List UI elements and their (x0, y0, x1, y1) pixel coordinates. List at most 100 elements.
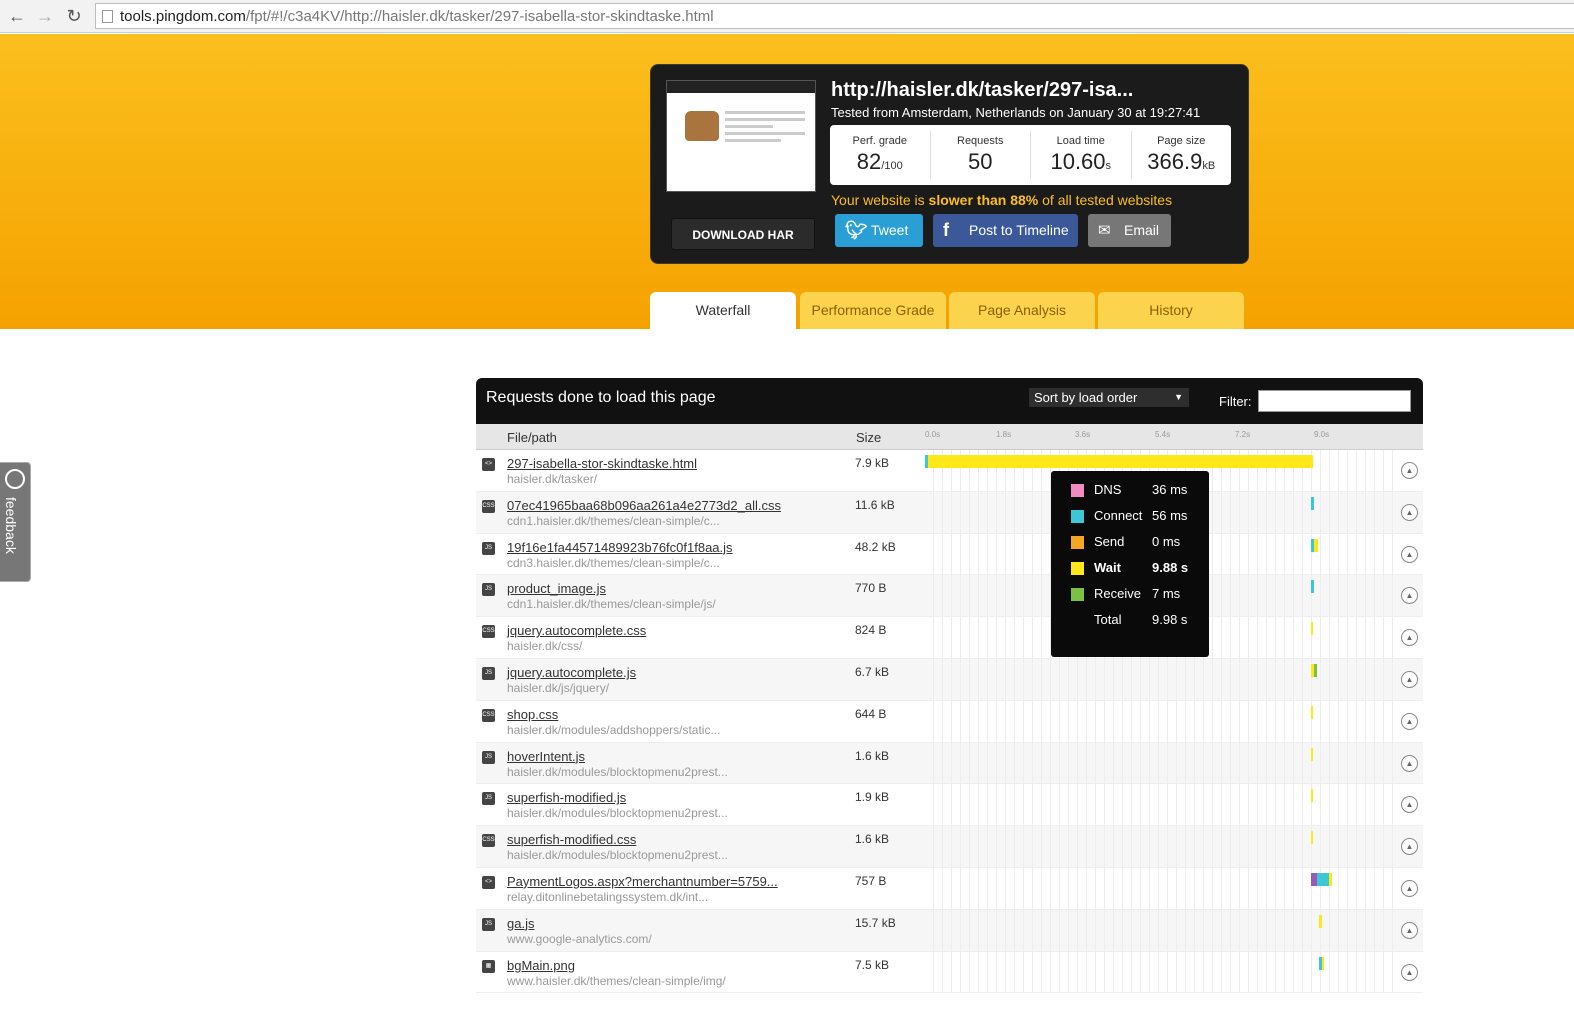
timing-bar (928, 455, 1313, 468)
expand-row-icon[interactable]: ▲ (1401, 462, 1418, 479)
js-file-icon: JS (482, 666, 495, 680)
request-file-link[interactable]: 07ec41965baa68b096aa261a4e2773d2_all.css (507, 498, 781, 513)
waterfall-timeline (925, 826, 1393, 867)
facebook-icon: f (943, 220, 949, 240)
request-file-link[interactable]: 297-isabella-stor-skindtaske.html (507, 456, 697, 471)
expand-row-icon[interactable]: ▲ (1401, 587, 1418, 605)
request-file-link[interactable]: PaymentLogos.aspx?merchantnumber=5759... (507, 874, 778, 889)
address-bar[interactable]: tools.pingdom.com/fpt/#!/c3a4KV/http://h… (95, 3, 1574, 29)
timing-bar (1317, 872, 1329, 886)
request-path: cdn3.haisler.dk/themes/clean-simple/c... (507, 555, 720, 570)
expand-row-icon[interactable]: ▲ (1401, 754, 1418, 772)
reload-icon[interactable]: ↻ (64, 6, 84, 26)
table-row: JS hoverIntent.js haisler.dk/modules/block… (476, 742, 1423, 785)
table-row: CSS 07ec41965baa68b096aa261a4e2773d2_all.… (476, 491, 1423, 534)
request-file-link[interactable]: bgMain.png (507, 958, 575, 973)
test-summary-card: http://haisler.dk/tasker/297-isa... Test… (650, 64, 1249, 264)
css-file-icon: CSS (482, 834, 495, 848)
expand-row-icon[interactable]: ▲ (1401, 670, 1418, 688)
table-row: ▦ bgMain.png www.haisler.dk/themes/clean-s… (476, 951, 1423, 994)
expand-row-icon[interactable]: ▲ (1401, 879, 1418, 897)
expand-row-icon[interactable]: ▲ (1401, 545, 1418, 563)
timeline-tick: 3.6s (1075, 430, 1091, 439)
request-path: haisler.dk/css/ (507, 639, 583, 654)
request-size: 644 B (855, 706, 887, 721)
tooltip-value: 36 ms (1152, 482, 1188, 497)
table-row: <> 297-isabella-stor-skindtaske.html haisl… (476, 450, 1423, 492)
expand-row-icon[interactable]: ▲ (1401, 796, 1418, 814)
timeline-tick: 9.0s (1314, 430, 1330, 439)
timing-bar (1319, 914, 1322, 928)
css-file-icon: CSS (482, 625, 495, 639)
tooltip-value: 7 ms (1152, 586, 1181, 601)
tooltip-label: Connect (1094, 508, 1143, 523)
waterfall-timeline (925, 909, 1393, 951)
tab-waterfall[interactable]: Waterfall (650, 292, 796, 329)
stat-requests: Requests 50 (931, 131, 1031, 179)
tweet-button[interactable]: 🐦︎ Tweet (835, 214, 923, 247)
waterfall-timeline (925, 867, 1393, 909)
request-file-link[interactable]: jquery.autocomplete.css (507, 623, 646, 638)
request-path: haisler.dk/modules/blocktopmenu2prest... (507, 806, 728, 821)
request-file-link[interactable]: jquery.autocomplete.js (507, 665, 636, 680)
expand-row-icon[interactable]: ▲ (1401, 712, 1418, 730)
expand-row-icon[interactable]: ▲ (1401, 921, 1418, 939)
img-file-icon: ▦ (482, 959, 495, 973)
request-path: haisler.dk/modules/addshoppers/static... (507, 722, 721, 737)
tooltip-row: Total 9.98 s (1071, 611, 1209, 637)
email-button[interactable]: ✉ Email (1088, 214, 1171, 247)
tab-page-analysis[interactable]: Page Analysis (949, 292, 1095, 329)
timeline-tick: 1.8s (996, 430, 1012, 439)
expand-row-icon[interactable]: ▲ (1401, 838, 1418, 856)
html-file-icon: <> (482, 458, 495, 471)
request-size: 15.7 kB (855, 915, 896, 930)
request-file-link[interactable]: 19f16e1fa44571489923b76fc0f1f8aa.js (507, 540, 733, 555)
table-row: CSS superfish-modified.css haisler.dk/modu… (476, 826, 1423, 868)
table-row: <> PaymentLogos.aspx?merchantnumber=5759.… (476, 867, 1423, 910)
timing-bar (1311, 831, 1313, 845)
expand-row-icon[interactable]: ▲ (1401, 503, 1418, 521)
filter-input[interactable] (1258, 390, 1411, 412)
legend-swatch (1071, 536, 1084, 549)
tooltip-row: Receive 7 ms (1071, 585, 1209, 611)
post-to-timeline-button[interactable]: f Post to Timeline (933, 214, 1078, 247)
download-har-button[interactable]: DOWNLOAD HAR (671, 218, 815, 250)
sort-order-select[interactable]: Sort by load order ▼ (1029, 388, 1189, 407)
requests-panel-header: Requests done to load this page Sort by … (476, 378, 1423, 424)
envelope-icon: ✉ (1098, 222, 1111, 239)
expand-row-icon[interactable]: ▲ (1401, 963, 1418, 981)
tooltip-label: Send (1094, 534, 1125, 549)
css-file-icon: CSS (482, 499, 495, 513)
column-file-path[interactable]: File/path (507, 430, 557, 445)
request-path: haisler.dk/modules/blocktopmenu2prest... (507, 764, 728, 779)
request-file-link[interactable]: superfish-modified.js (507, 790, 626, 805)
tab-performance-grade[interactable]: Performance Grade (800, 292, 946, 329)
column-size[interactable]: Size (856, 430, 881, 445)
timeline-tick: 5.4s (1155, 430, 1171, 439)
request-size: 48.2 kB (855, 539, 896, 554)
address-url: tools.pingdom.com/fpt/#!/c3a4KV/http://h… (120, 8, 714, 25)
expand-row-icon[interactable]: ▲ (1401, 629, 1418, 647)
timing-bar (1322, 956, 1324, 970)
filter-label: Filter: (1219, 394, 1252, 409)
timing-tooltip: DNS 36 ms Connect 56 ms Send 0 ms Wait 9.88 s Re… (1051, 471, 1209, 657)
browser-toolbar: ← → ↻ tools.pingdom.com/fpt/#!/c3a4KV/ht… (0, 0, 1574, 33)
timing-bar (1311, 747, 1313, 761)
request-path: cdn1.haisler.dk/themes/clean-simple/c... (507, 513, 720, 528)
request-file-link[interactable]: hoverIntent.js (507, 749, 585, 764)
js-file-icon: JS (482, 792, 495, 806)
stat-perf-grade: Perf. grade 82/100 (830, 131, 931, 179)
request-file-link[interactable]: ga.js (507, 916, 534, 931)
feedback-tab[interactable]: feedback (0, 462, 31, 582)
request-file-link[interactable]: shop.css (507, 707, 558, 722)
timing-bar (1311, 622, 1313, 636)
back-arrow-icon[interactable]: ← (7, 6, 27, 26)
tab-history[interactable]: History (1098, 292, 1244, 329)
request-file-link[interactable]: product_image.js (507, 581, 606, 596)
request-file-link[interactable]: superfish-modified.css (507, 832, 636, 847)
js-file-icon: JS (482, 750, 495, 764)
panel-title: Requests done to load this page (486, 389, 716, 406)
html-file-icon: <> (482, 875, 495, 889)
forward-arrow-icon[interactable]: → (35, 6, 55, 26)
request-path: www.google-analytics.com/ (507, 931, 652, 946)
